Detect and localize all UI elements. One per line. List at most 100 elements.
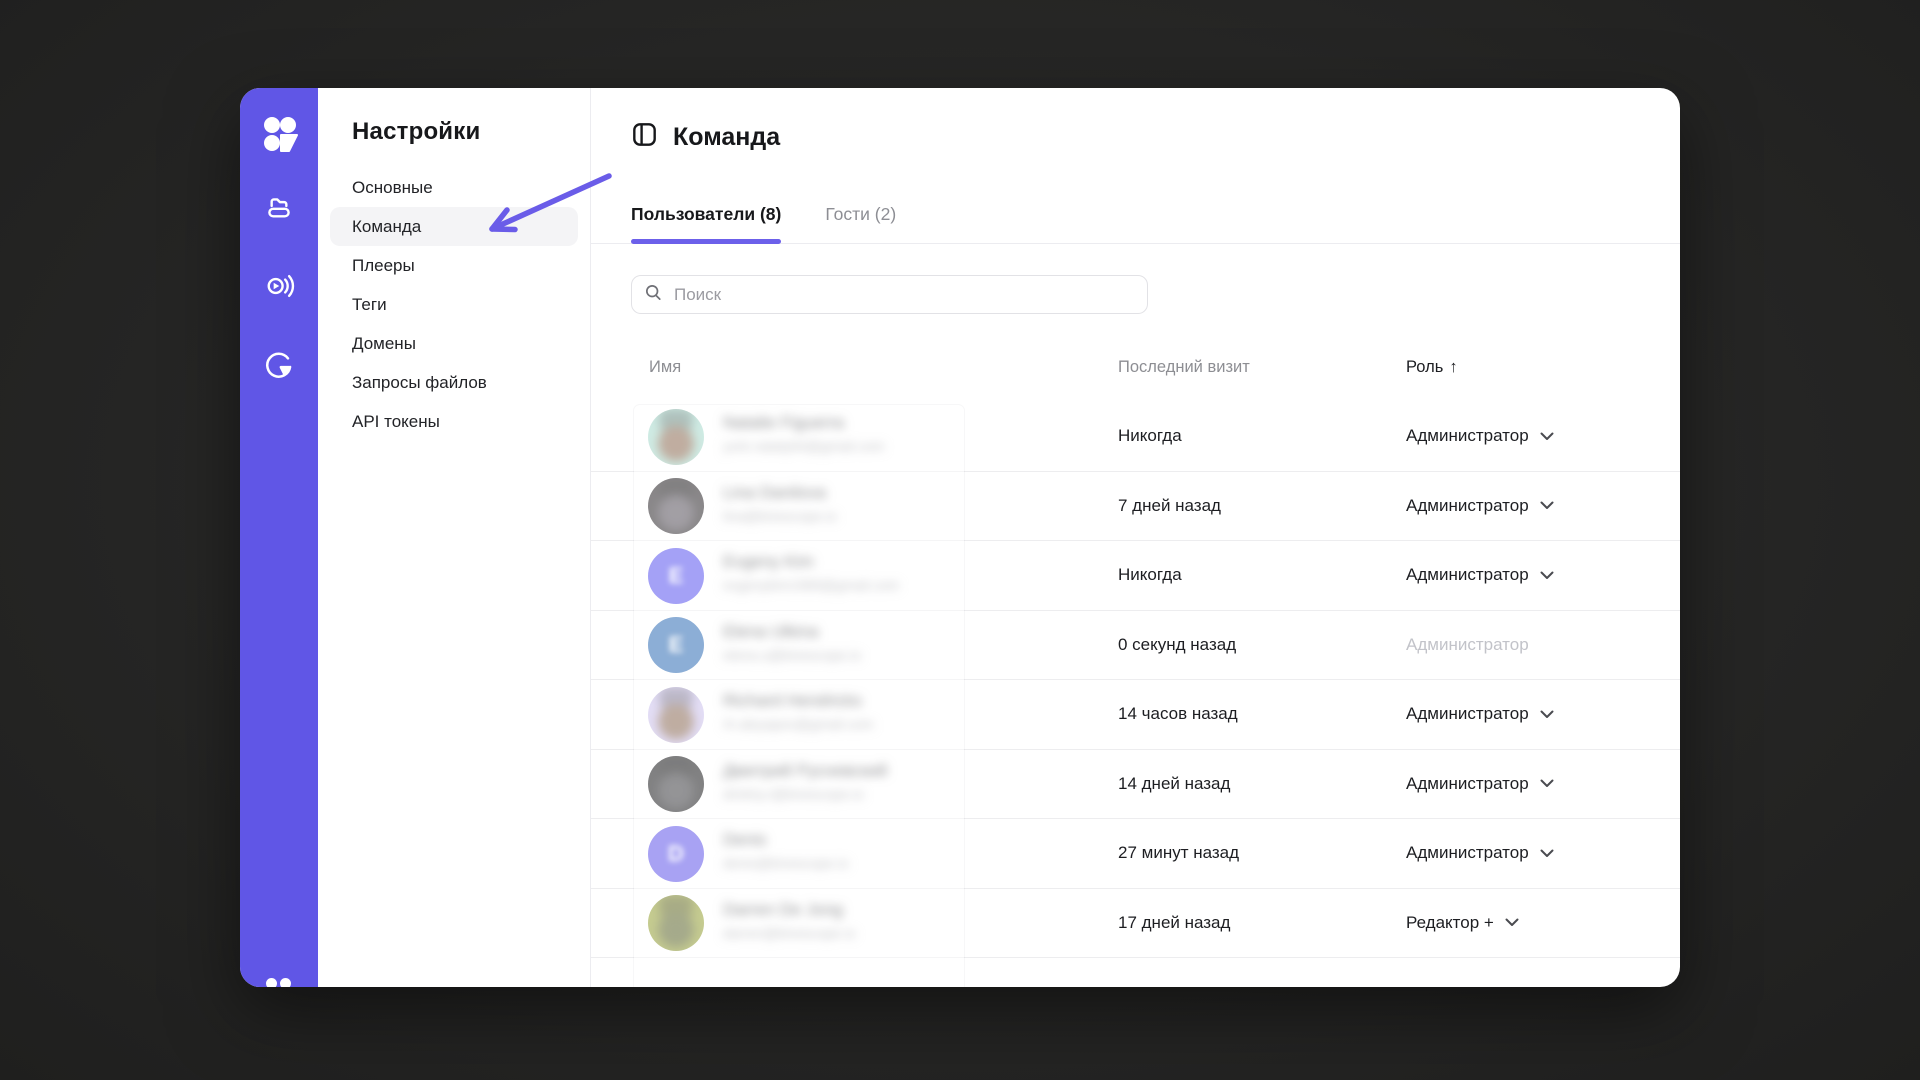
avatar	[648, 756, 704, 812]
last-visit-value: 17 дней назад	[1118, 913, 1230, 933]
last-visit-value: 0 секунд назад	[1118, 635, 1236, 655]
chevron-down-icon	[1505, 918, 1519, 927]
app-rail	[240, 88, 318, 987]
settings-nav-list: ОсновныеКомандаПлеерыТегиДоменыЗапросы ф…	[318, 168, 590, 441]
tab-guests-label: Гости (2)	[825, 204, 896, 225]
last-visit-value: 14 дней назад	[1118, 774, 1230, 794]
user-name: Darren De Jong	[723, 900, 856, 920]
table-row: Дмитрий Русневский dmitriy.r@kinescope.io…	[591, 750, 1680, 820]
user-email: york.nataly64@gmail.com	[723, 438, 884, 454]
analytics-icon[interactable]	[263, 349, 295, 381]
role-label: Редактор +	[1406, 913, 1494, 933]
table-row: E Evgeny Kimevgenykim1989@gmail.com Никогд…	[591, 541, 1680, 611]
users-table: Natalie Figuerra york.nataly64@gmail.com Н…	[591, 402, 1680, 958]
chevron-down-icon	[1540, 710, 1554, 719]
user-email: lina@kinescope.io	[723, 508, 837, 524]
last-visit-value: Никогда	[1118, 426, 1182, 446]
user-name: Natalie Figuerra	[723, 413, 884, 433]
chevron-down-icon	[1540, 571, 1554, 580]
role-label: Администратор	[1406, 704, 1529, 724]
sidebar-item-5[interactable]: Запросы файлов	[330, 363, 578, 402]
table-row: Darren De Jong darren@kinescope.io 17 дней…	[591, 889, 1680, 959]
user-identity: Elena Ulkina elena.u@kinescope.io	[723, 622, 861, 663]
user-identity: Lina Danilova lina@kinescope.io	[723, 483, 837, 524]
table-row: E Elena Ulkina elena.u@kinescope.io 0 секун…	[591, 611, 1680, 681]
table-header: Имя Последний визит Роль↑	[591, 344, 1680, 402]
tabs-bar: Пользователи (8) Гости (2)	[591, 186, 1680, 244]
user-email: denis@kinescope.io	[723, 855, 849, 871]
main-panel: Команда Пользователи (8) Гости (2)	[591, 88, 1680, 987]
user-identity: Darren De Jong darren@kinescope.io	[723, 900, 856, 941]
user-email: rh.aleyapex@gmail.com	[723, 716, 873, 732]
chevron-down-icon	[1540, 849, 1554, 858]
search-input[interactable]	[672, 284, 1135, 306]
last-visit-value: Никогда	[1118, 565, 1182, 585]
videos-folder-icon[interactable]	[263, 192, 295, 224]
last-visit-value: 14 часов назад	[1118, 704, 1238, 724]
user-identity: Denis denis@kinescope.io	[723, 830, 849, 871]
sidebar-item-0[interactable]: Основные	[330, 168, 578, 207]
settings-panel: Настройки ОсновныеКомандаПлеерыТегиДомен…	[318, 88, 591, 987]
role-dropdown[interactable]: Администратор	[1406, 426, 1554, 446]
table-row: D Denis denis@kinescope.io 27 минут назад Ад…	[591, 819, 1680, 889]
user-name: Evgeny Kim	[723, 552, 899, 572]
user-email: dmitriy.r@kinescope.io	[723, 786, 887, 802]
avatar	[648, 687, 704, 743]
role-dropdown[interactable]: Администратор	[1406, 774, 1554, 794]
avatar: E	[648, 617, 704, 673]
role-label: Администратор	[1406, 565, 1529, 585]
role-label: Администратор	[1406, 843, 1529, 863]
tab-guests[interactable]: Гости (2)	[825, 186, 896, 243]
role-dropdown[interactable]: Администратор	[1406, 704, 1554, 724]
user-name: Lina Danilova	[723, 483, 837, 503]
user-identity: Evgeny Kimevgenykim1989@gmail.com	[723, 552, 899, 593]
search-icon	[644, 283, 663, 307]
avatar: E	[648, 548, 704, 604]
user-name: Richard Hendricks	[723, 691, 873, 711]
role-label: Администратор	[1406, 635, 1529, 655]
user-name: Дмитрий Русневский	[723, 761, 887, 781]
tab-users-label: Пользователи (8)	[631, 204, 781, 225]
column-header-last-visit[interactable]: Последний визит	[1118, 358, 1250, 377]
sidebar-item-1[interactable]: Команда	[330, 207, 578, 246]
role-dropdown[interactable]: Администратор	[1406, 496, 1554, 516]
last-visit-value: 27 минут назад	[1118, 843, 1239, 863]
panel-layout-icon	[631, 121, 658, 153]
avatar: D	[648, 826, 704, 882]
user-name: Denis	[723, 830, 849, 850]
avatar	[648, 409, 704, 465]
search-box	[631, 275, 1148, 314]
role-dropdown[interactable]: Администратор	[1406, 565, 1554, 585]
user-identity: Natalie Figuerra york.nataly64@gmail.com	[723, 413, 884, 454]
role-label: Администратор	[1406, 496, 1529, 516]
page-title: Команда	[673, 123, 780, 152]
settings-title: Настройки	[352, 118, 480, 146]
live-stream-icon[interactable]	[263, 270, 295, 302]
tab-users[interactable]: Пользователи (8)	[631, 186, 781, 243]
column-header-name[interactable]: Имя	[649, 358, 681, 377]
role-label: Администратор	[1406, 426, 1529, 446]
apps-grid-icon[interactable]	[266, 978, 291, 987]
sidebar-item-3[interactable]: Теги	[330, 285, 578, 324]
user-email: elena.u@kinescope.io	[723, 647, 861, 663]
role-dropdown[interactable]: Редактор +	[1406, 913, 1519, 933]
column-header-role-label: Роль	[1406, 358, 1443, 376]
user-name: Elena Ulkina	[723, 622, 861, 642]
desktop-background: Настройки ОсновныеКомандаПлеерыТегиДомен…	[0, 0, 1920, 1080]
last-visit-value: 7 дней назад	[1118, 496, 1221, 516]
table-row: Richard Hendricks rh.aleyapex@gmail.com 14…	[591, 680, 1680, 750]
page-header: Команда	[631, 88, 780, 186]
column-header-role[interactable]: Роль↑	[1406, 358, 1458, 377]
table-row: Lina Danilova lina@kinescope.io 7 дней наз…	[591, 472, 1680, 542]
role-dropdown: Администратор	[1406, 635, 1529, 655]
sidebar-item-6[interactable]: API токены	[330, 402, 578, 441]
role-dropdown[interactable]: Администратор	[1406, 843, 1554, 863]
kinescope-logo-icon[interactable]	[258, 113, 300, 155]
user-identity: Richard Hendricks rh.aleyapex@gmail.com	[723, 691, 873, 732]
sidebar-item-2[interactable]: Плееры	[330, 246, 578, 285]
users-content: Имя Последний визит Роль↑ Natalie Figuer…	[591, 244, 1680, 987]
role-label: Администратор	[1406, 774, 1529, 794]
user-email: darren@kinescope.io	[723, 925, 856, 941]
sidebar-item-4[interactable]: Домены	[330, 324, 578, 363]
chevron-down-icon	[1540, 779, 1554, 788]
